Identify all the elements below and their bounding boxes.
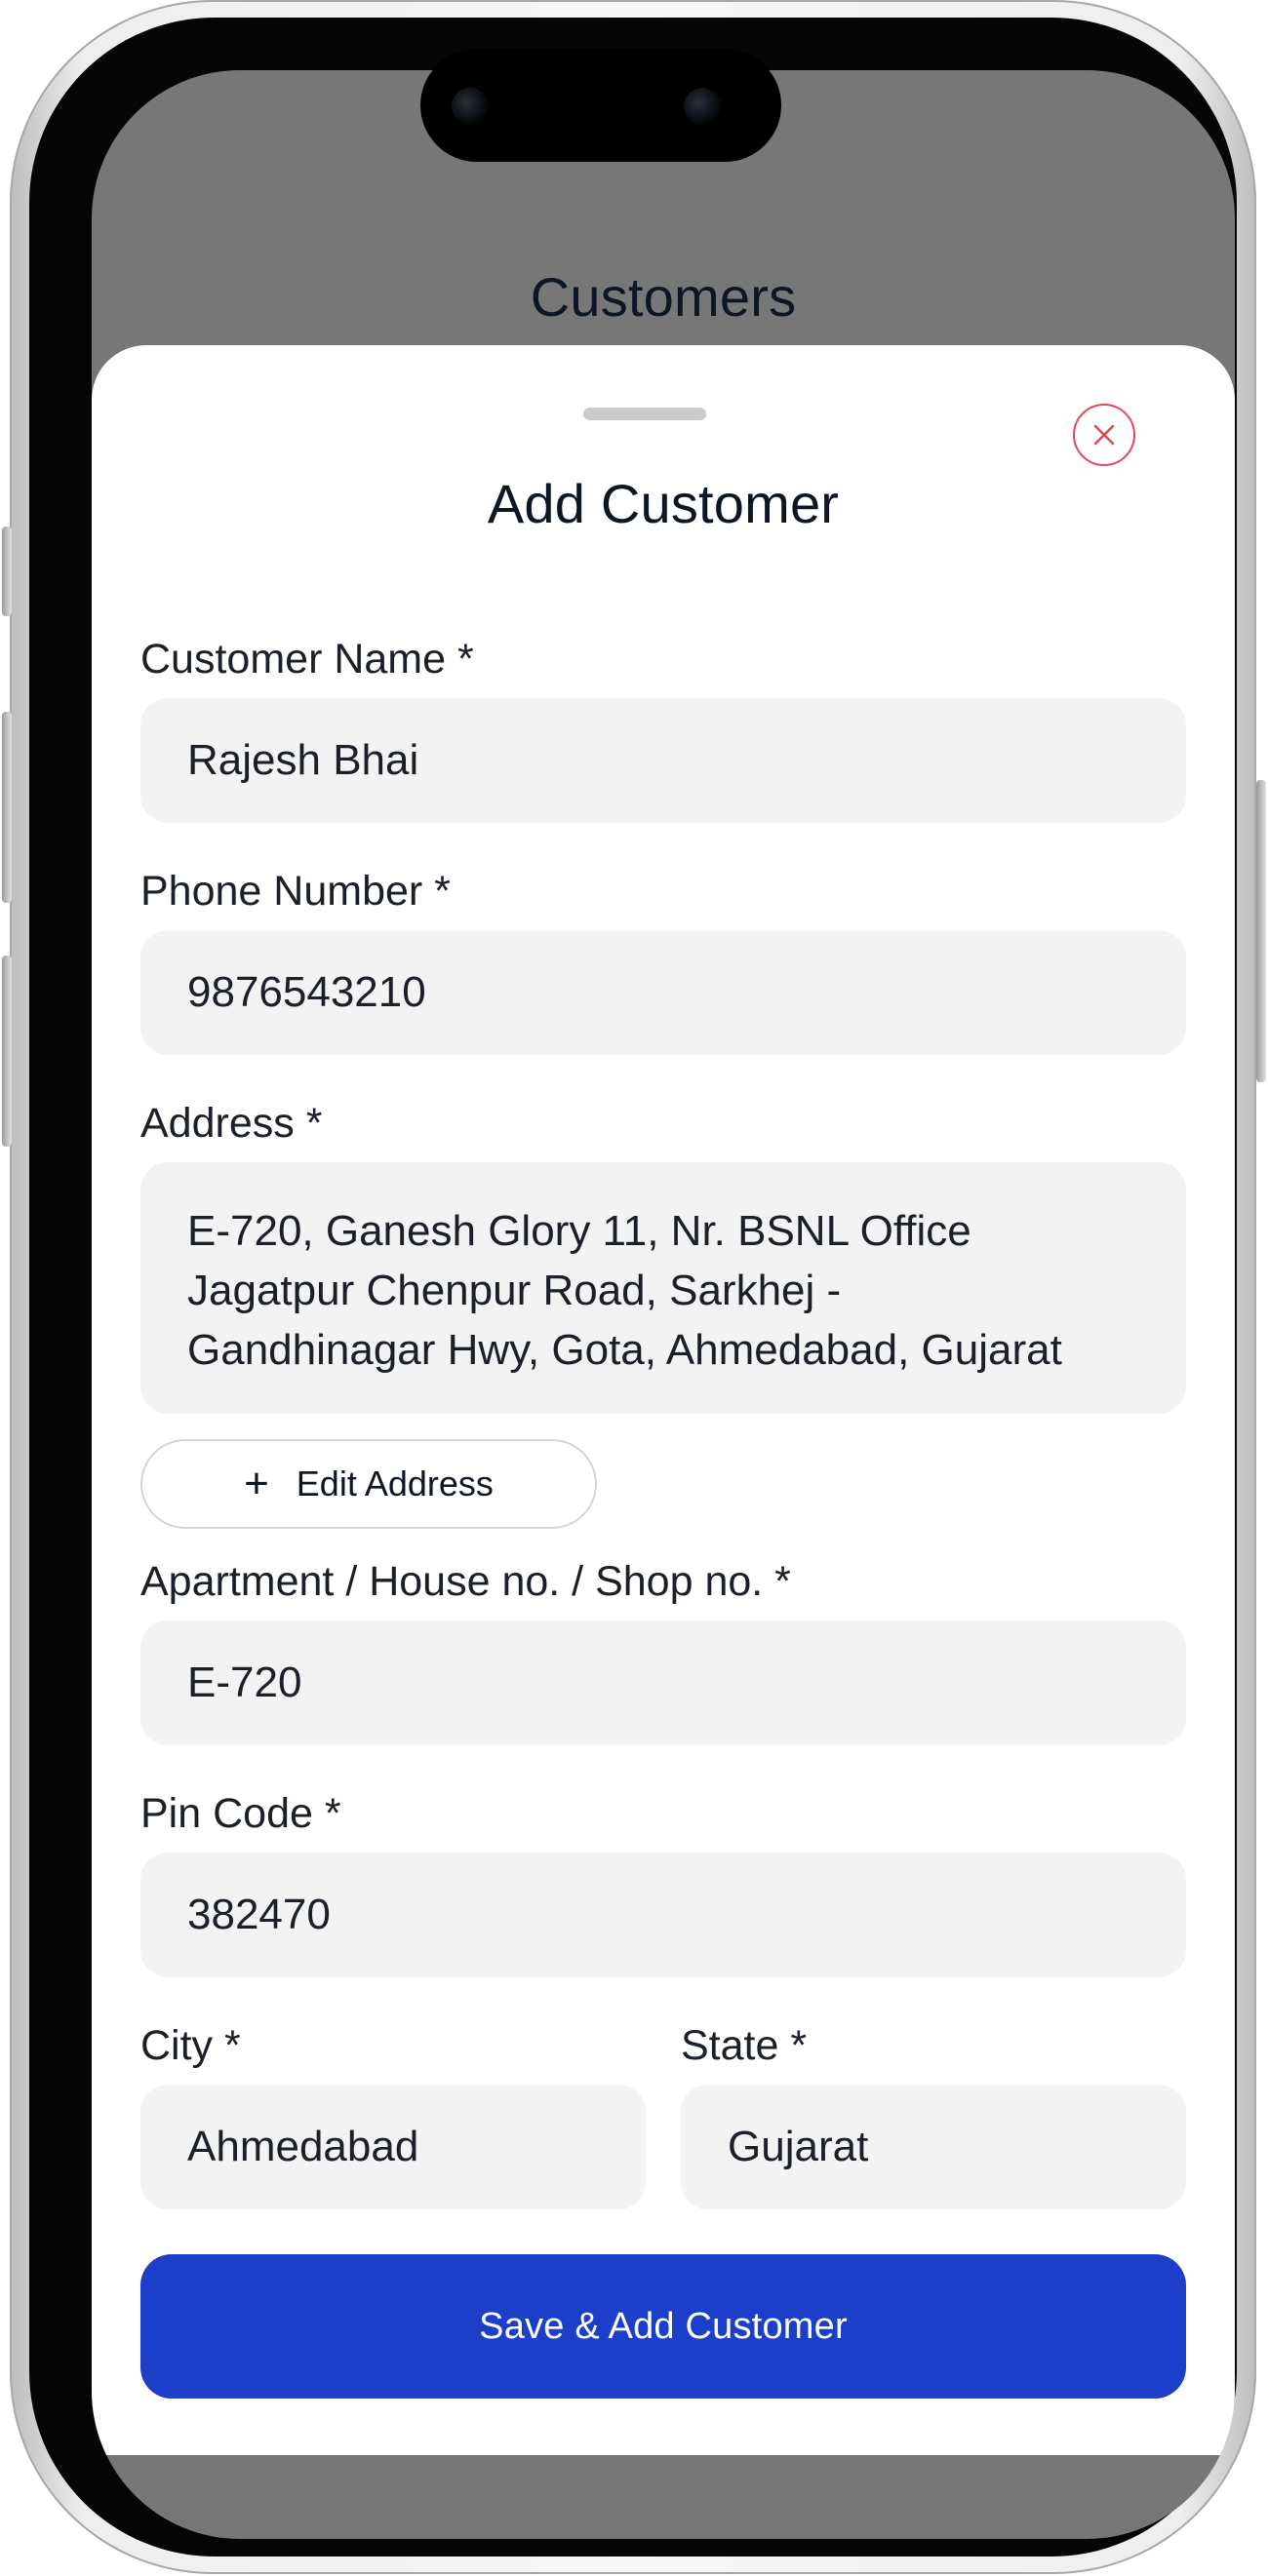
volume-down-button: [2, 956, 12, 1147]
apartment-input[interactable]: E-720: [140, 1620, 1186, 1745]
sensor-icon: [684, 88, 721, 125]
pin-code-input[interactable]: 382470: [140, 1853, 1186, 1977]
phone-bezel: Customers Add Customer Customer Name * R…: [29, 18, 1237, 2556]
state-input[interactable]: Gujarat: [681, 2085, 1186, 2209]
phone-number-value: 9876543210: [187, 968, 426, 1016]
close-icon: [1093, 424, 1115, 446]
close-button[interactable]: [1073, 404, 1135, 466]
address-line-1: E-720, Ganesh Glory 11, Nr. BSNL Office: [187, 1207, 971, 1255]
phone-number-input[interactable]: 9876543210: [140, 930, 1186, 1055]
dynamic-island: [420, 49, 781, 162]
save-add-customer-button[interactable]: Save & Add Customer: [140, 2254, 1186, 2399]
customer-name-input[interactable]: Rajesh Bhai: [140, 698, 1186, 823]
edit-address-label: Edit Address: [296, 1464, 494, 1503]
pin-code-value: 382470: [187, 1891, 331, 1938]
power-button: [1256, 780, 1266, 1082]
apartment-label: Apartment / House no. / Shop no. *: [140, 1558, 791, 1605]
state-value: Gujarat: [728, 2123, 869, 2170]
address-textarea[interactable]: E-720, Ganesh Glory 11, Nr. BSNL Office …: [140, 1162, 1186, 1414]
address-line-3: Gandhinagar Hwy, Gota, Ahmedabad, Gujara…: [187, 1326, 1062, 1374]
phone-number-label: Phone Number *: [140, 868, 451, 915]
customer-name-value: Rajesh Bhai: [187, 736, 419, 784]
city-input[interactable]: Ahmedabad: [140, 2085, 646, 2209]
edit-address-button[interactable]: + Edit Address: [140, 1439, 597, 1529]
volume-up-button: [2, 712, 12, 903]
camera-icon: [452, 88, 489, 125]
pin-code-label: Pin Code *: [140, 1790, 341, 1837]
address-line-2: Jagatpur Chenpur Road, Sarkhej -: [187, 1267, 842, 1314]
device-stage: Customers Add Customer Customer Name * R…: [0, 0, 1268, 2576]
city-value: Ahmedabad: [187, 2123, 419, 2170]
add-customer-sheet: Add Customer Customer Name * Rajesh Bhai…: [92, 345, 1235, 2455]
state-label: State *: [681, 2022, 808, 2069]
screen: Customers Add Customer Customer Name * R…: [92, 70, 1235, 2539]
page-title: Customers: [530, 266, 797, 328]
city-label: City *: [140, 2022, 241, 2069]
plus-icon: +: [244, 1460, 269, 1507]
action-button: [2, 527, 12, 616]
customer-name-label: Customer Name *: [140, 636, 474, 683]
sheet-drag-handle[interactable]: [583, 408, 706, 420]
address-label: Address *: [140, 1100, 323, 1147]
sheet-title: Add Customer: [487, 473, 840, 534]
apartment-value: E-720: [187, 1659, 302, 1706]
